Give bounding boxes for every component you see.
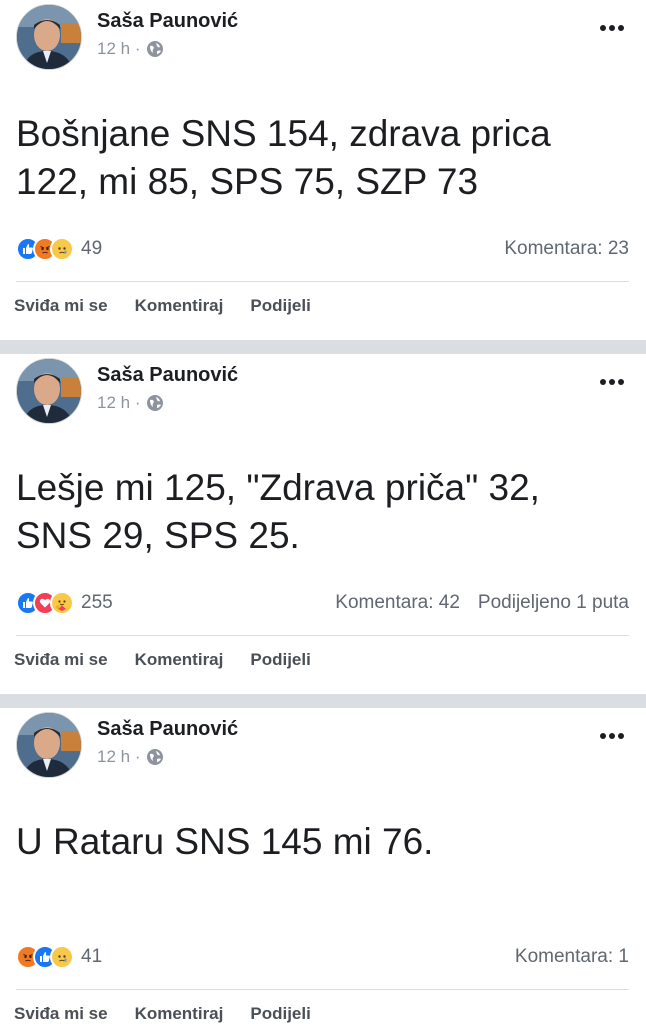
author-name[interactable]: Saša Paunović xyxy=(97,718,238,741)
author-name[interactable]: Saša Paunović xyxy=(97,10,238,33)
reactions-summary[interactable]: 255 xyxy=(16,591,113,615)
comment-count[interactable]: Komentara: 23 xyxy=(504,238,629,260)
author-name[interactable]: Saša Paunović xyxy=(97,364,238,387)
post-meta: 12 h · xyxy=(97,39,238,59)
avatar[interactable] xyxy=(16,4,82,70)
post-meta: 12 h · xyxy=(97,393,238,413)
share-button[interactable]: Podijeli xyxy=(250,650,310,670)
comment-count[interactable]: Komentara: 1 xyxy=(515,946,629,968)
reactions-summary[interactable]: 49 xyxy=(16,237,102,261)
post-time[interactable]: 12 h xyxy=(97,747,130,767)
like-button[interactable]: Sviđa mi se xyxy=(14,650,108,670)
reaction-count: 255 xyxy=(81,592,113,613)
comment-count[interactable]: Komentara: 42 xyxy=(335,592,460,614)
post-time[interactable]: 12 h xyxy=(97,393,130,413)
post-stats: 41 Komentara: 1 xyxy=(16,942,629,972)
globe-icon xyxy=(146,40,164,58)
post-header: Saša Paunović 12 h · xyxy=(16,358,238,424)
globe-icon xyxy=(146,394,164,412)
share-count[interactable]: Podijeljeno 1 puta xyxy=(478,592,629,614)
meta-separator: · xyxy=(134,747,141,766)
reaction-count: 41 xyxy=(81,946,103,967)
more-options-icon[interactable] xyxy=(596,726,628,746)
post-stats: 49 Komentara: 23 xyxy=(16,234,629,264)
news-feed: Saša Paunović 12 h · Bošnjane SNS 154, z… xyxy=(0,0,646,1024)
like-button[interactable]: Sviđa mi se xyxy=(14,1004,108,1024)
post-divider xyxy=(0,340,646,354)
comment-button[interactable]: Komentiraj xyxy=(135,1004,224,1024)
post-stats: 255 Komentara: 42 Podijeljeno 1 puta xyxy=(16,588,629,618)
reactions-summary[interactable]: 41 xyxy=(16,945,102,969)
divider-line xyxy=(16,635,629,636)
post-actions: Sviđa mi se Komentiraj Podijeli xyxy=(14,296,311,316)
post: Saša Paunović 12 h · U Rataru SNS 145 mi… xyxy=(0,708,646,1024)
like-button[interactable]: Sviđa mi se xyxy=(14,296,108,316)
post-header: Saša Paunović 12 h · xyxy=(16,4,238,70)
avatar[interactable] xyxy=(16,358,82,424)
share-button[interactable]: Podijeli xyxy=(250,296,310,316)
meta-separator: · xyxy=(134,39,141,58)
sad-reaction-icon xyxy=(50,237,74,261)
post-actions: Sviđa mi se Komentiraj Podijeli xyxy=(14,1004,311,1024)
more-options-icon[interactable] xyxy=(596,372,628,392)
sad-reaction-icon xyxy=(50,945,74,969)
avatar[interactable] xyxy=(16,712,82,778)
post: Saša Paunović 12 h · Bošnjane SNS 154, z… xyxy=(0,0,646,340)
share-button[interactable]: Podijeli xyxy=(250,1004,310,1024)
post-text: Lešje mi 125, "Zdrava priča" 32, SNS 29,… xyxy=(16,467,540,556)
more-options-icon[interactable] xyxy=(596,18,628,38)
post-text: Bošnjane SNS 154, zdrava prica 122, mi 8… xyxy=(16,113,551,202)
post-time[interactable]: 12 h xyxy=(97,39,130,59)
post-divider xyxy=(0,694,646,708)
divider-line xyxy=(16,281,629,282)
reaction-count: 49 xyxy=(81,238,103,259)
comment-button[interactable]: Komentiraj xyxy=(135,650,224,670)
post-meta: 12 h · xyxy=(97,747,238,767)
post-header: Saša Paunović 12 h · xyxy=(16,712,238,778)
care-reaction-icon xyxy=(50,591,74,615)
comment-button[interactable]: Komentiraj xyxy=(135,296,224,316)
post-actions: Sviđa mi se Komentiraj Podijeli xyxy=(14,650,311,670)
meta-separator: · xyxy=(134,393,141,412)
post-text: U Rataru SNS 145 mi 76. xyxy=(16,821,434,862)
globe-icon xyxy=(146,748,164,766)
post: Saša Paunović 12 h · Lešje mi 125, "Zdra… xyxy=(0,354,646,694)
divider-line xyxy=(16,989,629,990)
